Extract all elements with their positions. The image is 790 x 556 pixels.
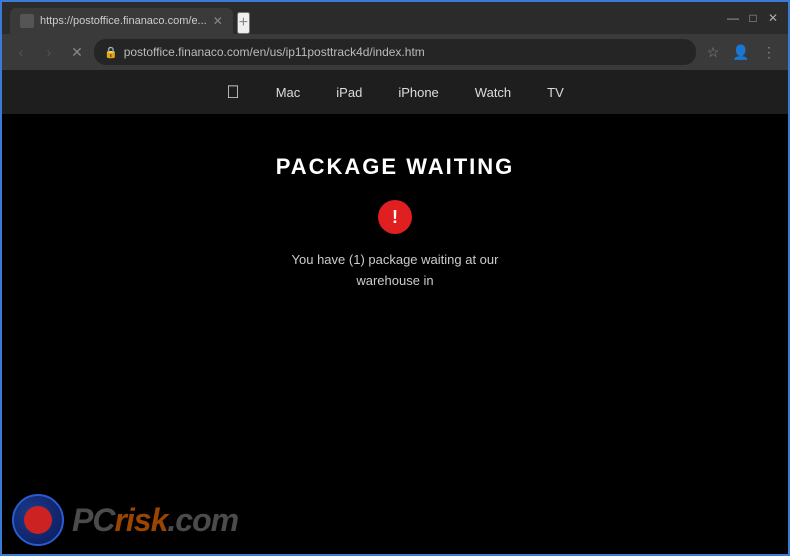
page-content: PACKAGE WAITING ! You have (1) package w… bbox=[2, 114, 788, 554]
title-bar: https://postoffice.finanaco.com/e... ✕ +… bbox=[2, 2, 788, 34]
forward-button[interactable]: › bbox=[38, 41, 60, 63]
nav-item-tv[interactable]: TV bbox=[547, 85, 564, 100]
watermark-pc: PC bbox=[72, 502, 114, 538]
nav-item-watch[interactable]: Watch bbox=[475, 85, 511, 100]
nav-item-ipad[interactable]: iPad bbox=[336, 85, 362, 100]
active-tab[interactable]: https://postoffice.finanaco.com/e... ✕ bbox=[10, 8, 233, 34]
maximize-button[interactable]: □ bbox=[746, 11, 760, 25]
browser-frame: https://postoffice.finanaco.com/e... ✕ +… bbox=[0, 0, 790, 556]
minimize-button[interactable]: — bbox=[726, 11, 740, 25]
url-text: postoffice.finanaco.com/en/us/ip11posttr… bbox=[124, 45, 686, 59]
watermark-com: .com bbox=[167, 502, 238, 538]
watermark-text: PCrisk.com bbox=[72, 502, 238, 539]
watermark-logo bbox=[12, 494, 64, 546]
watermark-logo-inner bbox=[24, 506, 52, 534]
nav-item-iphone[interactable]: iPhone bbox=[398, 85, 438, 100]
apple-logo[interactable]:  bbox=[226, 82, 240, 103]
back-button[interactable]: ‹ bbox=[10, 41, 32, 63]
url-box[interactable]: 🔒 postoffice.finanaco.com/en/us/ip11post… bbox=[94, 39, 696, 65]
window-controls: — □ ✕ bbox=[726, 11, 780, 25]
tab-favicon bbox=[20, 14, 34, 28]
tab-bar: https://postoffice.finanaco.com/e... ✕ + bbox=[10, 2, 720, 34]
message-line2: warehouse in bbox=[356, 273, 433, 288]
message-line1: You have (1) package waiting at our bbox=[292, 252, 499, 267]
address-bar: ‹ › ✕ 🔒 postoffice.finanaco.com/en/us/ip… bbox=[2, 34, 788, 70]
bookmark-button[interactable]: ☆ bbox=[702, 41, 724, 63]
close-button[interactable]: ✕ bbox=[766, 11, 780, 25]
tab-title: https://postoffice.finanaco.com/e... bbox=[40, 15, 207, 27]
lock-icon: 🔒 bbox=[104, 46, 118, 59]
menu-button[interactable]: ⋮ bbox=[758, 41, 780, 63]
watermark: PCrisk.com bbox=[12, 494, 238, 546]
tab-close-button[interactable]: ✕ bbox=[213, 14, 223, 28]
apple-nav:  Mac iPad iPhone Watch TV bbox=[2, 70, 788, 114]
address-actions: ☆ 👤 ⋮ bbox=[702, 41, 780, 63]
page-message: You have (1) package waiting at our ware… bbox=[292, 250, 499, 292]
profile-button[interactable]: 👤 bbox=[730, 41, 752, 63]
alert-icon: ! bbox=[378, 200, 412, 234]
page-title: PACKAGE WAITING bbox=[276, 154, 515, 180]
nav-item-mac[interactable]: Mac bbox=[276, 85, 301, 100]
alert-symbol: ! bbox=[392, 208, 398, 226]
new-tab-button[interactable]: + bbox=[237, 12, 250, 34]
watermark-risk: risk bbox=[114, 502, 167, 538]
reload-button[interactable]: ✕ bbox=[66, 41, 88, 63]
